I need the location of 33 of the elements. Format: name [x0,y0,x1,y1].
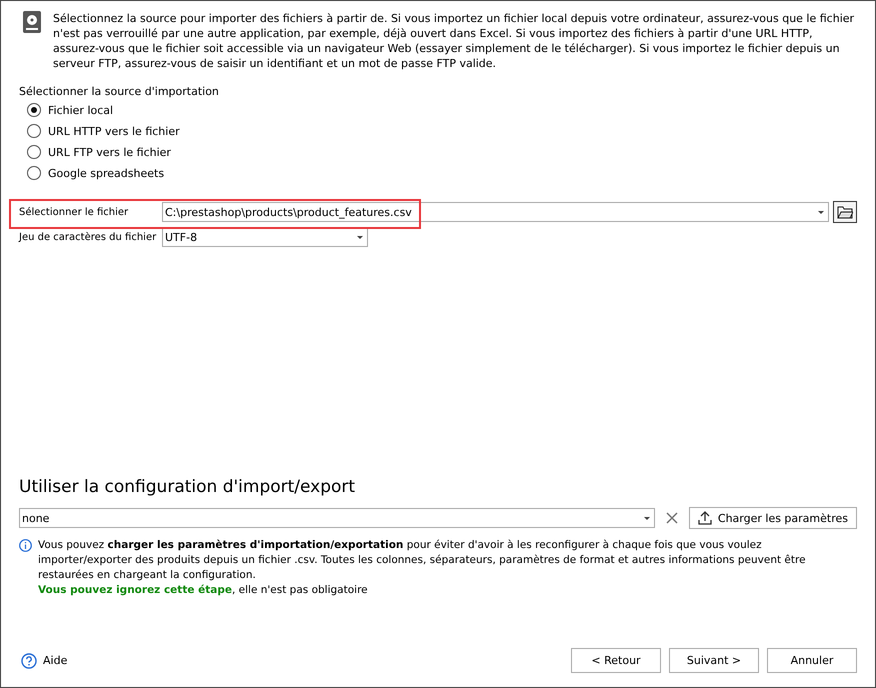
radio-option[interactable]: Fichier local [27,102,857,118]
charset-dropdown[interactable]: UTF-8 [162,227,368,247]
radio-icon[interactable] [27,166,41,180]
dialog-button[interactable]: < Retour [571,648,661,673]
radio-option[interactable]: URL HTTP vers le fichier [27,123,857,139]
hard-drive-icon [23,11,41,33]
dialog-button[interactable]: Suivant > [669,648,759,673]
browse-button[interactable] [833,201,857,223]
file-label: Sélectionner le fichier [19,206,130,218]
radio-icon[interactable] [27,145,41,159]
info-text: Vous pouvez charger les paramètres d'importation/exportation pour éviter d'avoir à les reconfigurer à chaque fois que vous voulez importer/exporter des produits depuis un fichier .csv. Toutes les colonnes, séparateurs, paramètres de format et autres informations peuvent être restaurées en chargeant la configuration. [38,538,807,583]
help-link[interactable]: Aide [21,652,68,668]
caret-icon [357,236,363,238]
charset-label: Jeu de caractères du fichier [19,232,158,242]
folder-icon [837,205,853,219]
config-dropdown[interactable]: none [19,508,655,528]
help-icon [21,652,37,668]
radio-icon[interactable] [27,103,41,117]
skip-note: Vous pouvez ignorez cette étape, elle n'est pas obligatoire [38,583,369,598]
radio-option[interactable]: Google spreadsheets [27,165,857,181]
upload-icon [698,511,712,525]
caret-icon [644,516,650,520]
caret-icon [818,210,824,214]
intro-text: Sélectionnez la source pour importer des fichiers à partir de. Si vous importez un fichier local depuis votre ordinateur, assurez-vous que le fichier n'est pas verrouillé par une autre application, par exemple, déjà ouvert dans Excel. Si vous importez des fichiers à partir d'une URL HTTP, assurez-vous que le fichier soit accessible via un navigateur Web (essayer simplement de le télécharger). Si vous importez le fichier depuis un serveur FTP, assurez-vous de saisir un identifiant et un mot de passe FTP valide. [53,11,856,71]
radio-icon[interactable] [27,124,41,138]
close-icon [666,512,678,524]
info-icon [19,539,32,552]
source-label: Sélectionner la source d'importation [19,85,220,98]
load-settings-button[interactable]: Charger les paramètres [688,507,857,529]
radio-option[interactable]: URL FTP vers le fichier [27,144,857,160]
section-heading: Utiliser la configuration d'import/export [19,477,356,497]
dialog-button[interactable]: Annuler [767,648,857,673]
file-field[interactable]: C:\prestashop\products\product_features.csv [162,202,829,222]
